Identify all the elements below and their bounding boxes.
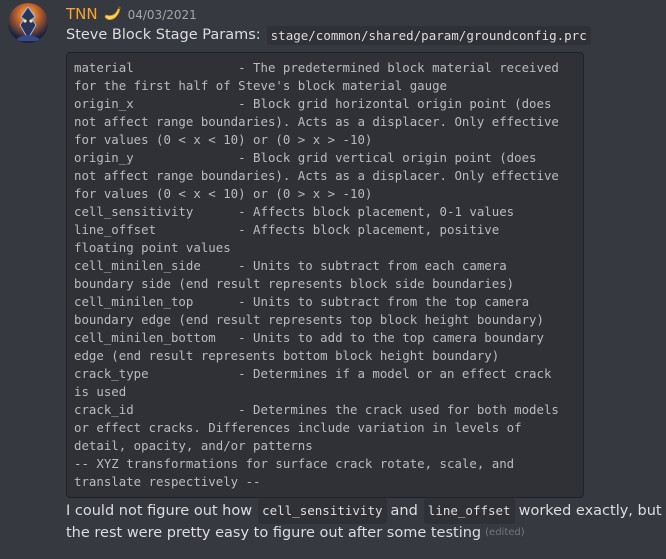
code-line: line_offset - Affects block placement, p…: [74, 222, 500, 237]
timestamp: 04/03/2021: [127, 8, 197, 22]
code-line: cell_minilen_top - Units to subtract fro…: [74, 294, 530, 309]
message-paragraph: I could not figure out how cell_sensitiv…: [66, 498, 662, 544]
message-header: TNN 04/03/2021: [66, 3, 197, 25]
paragraph-line-1: I could not figure out how cell_sensitiv…: [66, 498, 662, 524]
code-line: for values (0 < x < 10) or (0 > x > -10): [74, 186, 373, 201]
code-line: detail, opacity, and/or patterns: [74, 438, 313, 453]
avatar-image: [8, 3, 48, 43]
username[interactable]: TNN: [66, 5, 98, 23]
code-line: boundary edge (end result represents top…: [74, 312, 544, 327]
paragraph-text: and: [390, 503, 418, 519]
code-block[interactable]: material - The predetermined block mater…: [66, 52, 584, 498]
paragraph-text: worked exactly, but: [518, 503, 662, 519]
code-line: or effect cracks. Differences include va…: [74, 420, 522, 435]
paragraph-line-2: the rest were pretty easy to figure out …: [66, 522, 656, 544]
code-line: floating point values: [74, 240, 231, 255]
code-line: for the first half of Steve's block mate…: [74, 78, 447, 93]
intro-text: Steve Block Stage Params:: [66, 27, 261, 43]
code-line: boundary side (end result represents blo…: [74, 276, 515, 291]
code-line: -- XYZ transformations for surface crack…: [74, 456, 515, 471]
paragraph-text: I could not figure out how: [66, 503, 253, 519]
code-line: crack_type - Determines if a model or an…: [74, 366, 552, 381]
code-line: origin_y - Block grid vertical origin po…: [74, 150, 537, 165]
code-line: for values (0 < x < 10) or (0 > x > -10): [74, 132, 373, 147]
code-line: not affect range boundaries). Acts as a …: [74, 168, 559, 183]
code-line: material - The predetermined block mater…: [74, 60, 559, 75]
code-line: origin_x - Block grid horizontal origin …: [74, 96, 552, 111]
code-line: crack_id - Determines the crack used for…: [74, 402, 559, 417]
code-line: is used: [74, 384, 127, 399]
paragraph-text: the rest were pretty easy to figure out …: [66, 525, 482, 541]
edited-label: (edited): [485, 527, 525, 538]
code-line: not affect range boundaries). Acts as a …: [74, 114, 559, 129]
message-intro-line: Steve Block Stage Params: stage/common/s…: [66, 23, 591, 47]
file-path-code: stage/common/shared/param/groundconfig.p…: [266, 25, 591, 45]
banana-icon: [102, 4, 122, 24]
avatar[interactable]: [8, 3, 48, 43]
code-line: cell_minilen_bottom - Units to add to th…: [74, 330, 544, 345]
code-line: edge (end result represents bottom block…: [74, 348, 500, 363]
inline-code-line-offset: line_offset: [423, 498, 515, 524]
code-line: cell_minilen_side - Units to subtract fr…: [74, 258, 507, 273]
inline-code-cell-sensitivity: cell_sensitivity: [258, 498, 387, 524]
code-line: cell_sensitivity - Affects block placeme…: [74, 204, 515, 219]
code-line: translate respectively --: [74, 474, 261, 489]
